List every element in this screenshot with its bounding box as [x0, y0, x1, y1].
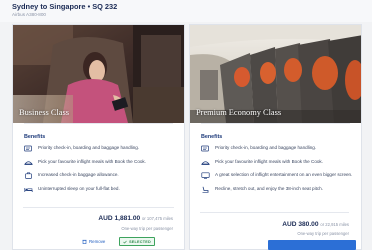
meal-icon — [24, 159, 33, 166]
fare-card-premium-economy[interactable]: Premium Economy Class Benefits Priority … — [189, 24, 362, 250]
price-miles: or 22,915 miles — [320, 222, 349, 227]
checkin-icon — [201, 145, 210, 152]
meal-icon — [201, 159, 210, 166]
baggage-icon — [24, 172, 33, 179]
select-fare-button[interactable] — [268, 240, 356, 250]
benefit-text: Pick your favourite inflight meals with … — [215, 158, 324, 164]
benefits-title: Benefits — [201, 134, 223, 140]
price-miles: or 107,475 miles — [142, 216, 173, 221]
benefit-item: Priority check-in, boarding and baggage … — [201, 145, 355, 152]
price-divider-premium-economy — [200, 212, 349, 213]
price-amount: AUD 1,881.00 — [98, 215, 141, 222]
remove-button[interactable]: Remove — [82, 239, 105, 244]
trash-icon — [82, 239, 87, 244]
price-note-premium-economy: One-way trip per passenger — [297, 231, 349, 236]
cabin-name-premium-economy: Premium Economy Class — [196, 108, 282, 117]
benefit-item: A great selection of inflight entertainm… — [201, 172, 355, 179]
checkin-icon — [24, 145, 33, 152]
card-top-divider — [24, 123, 173, 124]
benefit-text: Pick your favourite inflight meals with … — [38, 158, 147, 164]
benefits-list: Priority check-in, boarding and baggage … — [24, 145, 178, 199]
price-note-business: One-way trip per passenger — [121, 226, 173, 231]
remove-label: Remove — [89, 239, 106, 244]
screen-icon — [201, 172, 210, 179]
cabin-photo-business: Business Class — [13, 25, 184, 123]
benefit-item: Pick your favourite inflight meals with … — [24, 159, 178, 166]
benefit-text: A great selection of inflight entertainm… — [215, 172, 353, 177]
price-divider-business — [23, 207, 174, 208]
benefit-item: Recline, stretch out, and enjoy the 38-i… — [201, 186, 355, 193]
price-business: AUD 1,881.00 or 107,475 miles — [98, 215, 173, 222]
flight-header: Sydney to Singapore • SQ 232 Airbus A380… — [0, 0, 372, 22]
cabin-name-business: Business Class — [19, 108, 70, 117]
benefit-item: Pick your favourite inflight meals with … — [201, 159, 355, 166]
flight-title: Sydney to Singapore • SQ 232 — [12, 2, 118, 11]
recline-seat-icon — [201, 186, 210, 193]
benefit-text: Recline, stretch out, and enjoy the 38-i… — [215, 185, 324, 191]
check-icon — [123, 240, 127, 244]
benefit-text: Uninterrupted sleep on your full-flat be… — [38, 185, 120, 191]
benefits-list: Priority check-in, boarding and baggage … — [201, 145, 355, 199]
selected-label: SELECTED — [129, 239, 151, 244]
benefit-text: Priority check-in, boarding and baggage … — [215, 145, 317, 150]
aircraft-type: Airbus A380-800 — [12, 12, 46, 17]
benefit-item: Uninterrupted sleep on your full-flat be… — [24, 186, 178, 193]
benefit-item: Increased check-in baggage allowance. — [24, 172, 178, 179]
benefit-text: Increased check-in baggage allowance. — [38, 172, 119, 177]
benefits-title: Benefits — [24, 134, 46, 140]
benefit-item: Priority check-in, boarding and baggage … — [24, 145, 178, 152]
price-premium-economy: AUD 380.00 or 22,915 miles — [282, 221, 349, 228]
card-top-divider — [201, 123, 350, 124]
cabin-photo-premium-economy: Premium Economy Class — [190, 25, 361, 123]
benefit-text: Priority check-in, boarding and baggage … — [38, 145, 140, 150]
price-amount: AUD 380.00 — [282, 221, 319, 228]
flat-bed-icon — [24, 186, 33, 193]
selected-button[interactable]: SELECTED — [119, 237, 155, 246]
